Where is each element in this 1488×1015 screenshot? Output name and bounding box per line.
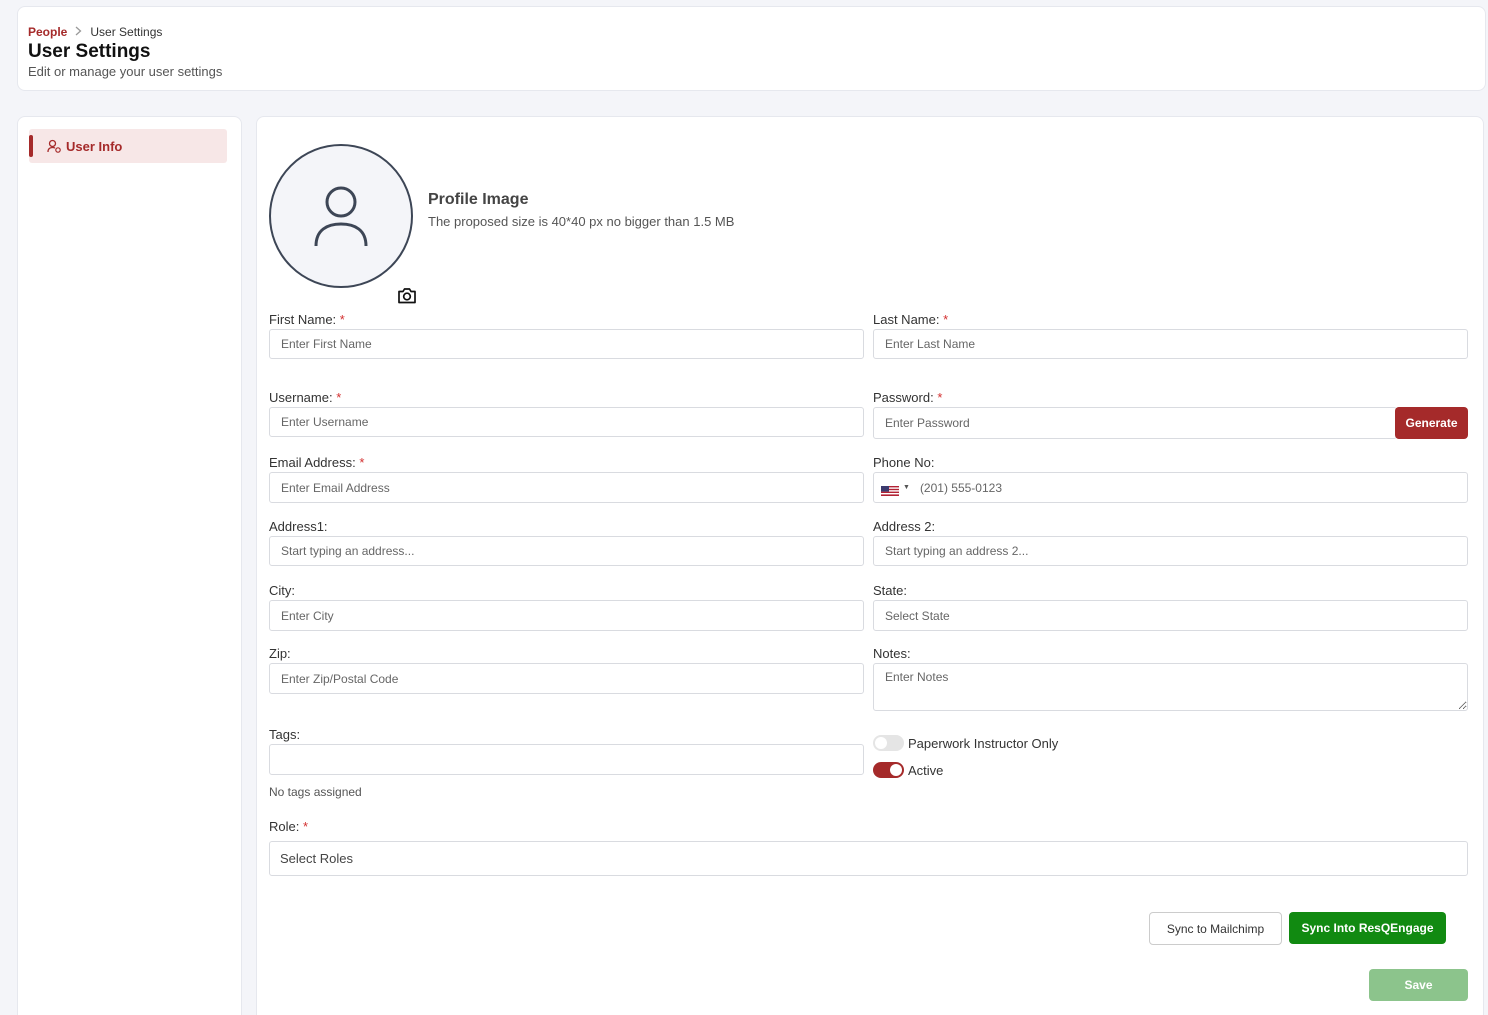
page-subtitle: Edit or manage your user settings — [28, 64, 223, 79]
last-name-label-text: Last Name: — [873, 312, 940, 327]
notes-label: Notes: — [873, 646, 911, 661]
email-label: Email Address: * — [269, 455, 364, 470]
role-select[interactable]: Select Roles — [269, 841, 1468, 876]
paperwork-instructor-toggle[interactable] — [873, 735, 904, 751]
active-toggle[interactable] — [873, 762, 904, 778]
first-name-label-text: First Name: — [269, 312, 337, 327]
email-field[interactable] — [269, 472, 864, 503]
first-name-label: First Name: * — [269, 312, 345, 327]
last-name-input[interactable] — [873, 329, 1468, 359]
user-info-panel: Profile Image The proposed size is 40*40… — [256, 116, 1484, 1015]
required-marker: * — [937, 390, 943, 405]
zip-label: Zip: — [269, 646, 291, 661]
required-marker: * — [943, 312, 949, 327]
profile-image-description: The proposed size is 40*40 px no bigger … — [428, 214, 735, 229]
required-marker: * — [359, 455, 365, 470]
phone-label: Phone No: — [873, 455, 935, 470]
username-label: Username: * — [269, 390, 341, 405]
user-gear-icon — [47, 139, 62, 154]
breadcrumb-current: User Settings — [90, 25, 163, 39]
state-label: State: — [873, 583, 907, 598]
no-tags-text: No tags assigned — [269, 785, 362, 799]
sync-mailchimp-button[interactable]: Sync to Mailchimp — [1149, 912, 1282, 945]
page-header: People User Settings User Settings Edit … — [17, 6, 1486, 91]
notes-textarea[interactable] — [873, 663, 1468, 711]
breadcrumb: People User Settings — [28, 25, 162, 39]
required-marker: * — [302, 819, 309, 834]
email-label-text: Email Address: — [269, 455, 356, 470]
role-label-text: Role: — [269, 819, 300, 834]
address2-input[interactable] — [873, 536, 1468, 566]
address2-label: Address 2: — [873, 519, 936, 534]
active-label: Active — [908, 762, 944, 778]
generate-password-button[interactable]: Generate — [1395, 407, 1468, 439]
state-select[interactable] — [873, 600, 1468, 631]
us-flag-icon[interactable] — [881, 483, 899, 496]
sidebar: User Info — [17, 116, 242, 1015]
city-input[interactable] — [269, 600, 864, 631]
active-toggle-row: Active — [873, 762, 943, 778]
username-input[interactable] — [269, 407, 864, 437]
chevron-right-icon — [75, 25, 82, 39]
toggle-knob — [890, 764, 902, 776]
role-label: Role: * — [269, 819, 308, 834]
password-label: Password: * — [873, 390, 942, 405]
required-marker: * — [336, 390, 342, 405]
sidebar-item-user-info[interactable]: User Info — [29, 129, 227, 163]
avatar[interactable] — [269, 144, 419, 306]
caret-down-icon[interactable]: ▼ — [903, 484, 910, 491]
page-title: User Settings — [28, 41, 151, 62]
tags-input[interactable] — [269, 744, 864, 775]
password-input[interactable] — [873, 407, 1397, 439]
camera-icon[interactable] — [395, 284, 419, 306]
zip-input[interactable] — [269, 663, 864, 694]
username-label-text: Username: — [269, 390, 333, 405]
password-label-text: Password: — [873, 390, 934, 405]
city-label: City: — [269, 583, 295, 598]
address1-label: Address1: — [269, 519, 328, 534]
phone-field: ▼ — [873, 472, 1468, 503]
sync-resqengage-button[interactable]: Sync Into ResQEngage — [1289, 912, 1446, 944]
profile-image-title: Profile Image — [428, 191, 529, 208]
phone-input[interactable] — [919, 480, 1420, 495]
address1-input[interactable] — [269, 536, 864, 566]
last-name-label: Last Name: * — [873, 312, 948, 327]
user-icon — [313, 184, 369, 253]
required-marker: * — [339, 312, 345, 327]
paperwork-instructor-toggle-row: Paperwork Instructor Only — [873, 735, 1058, 751]
breadcrumb-people-link[interactable]: People — [28, 25, 67, 39]
first-name-input[interactable] — [269, 329, 864, 359]
paperwork-instructor-label: Paperwork Instructor Only — [908, 735, 1059, 751]
sidebar-item-label: User Info — [66, 138, 123, 154]
toggle-knob — [875, 737, 887, 749]
save-button[interactable]: Save — [1369, 969, 1468, 1001]
tags-label: Tags: — [269, 727, 301, 742]
